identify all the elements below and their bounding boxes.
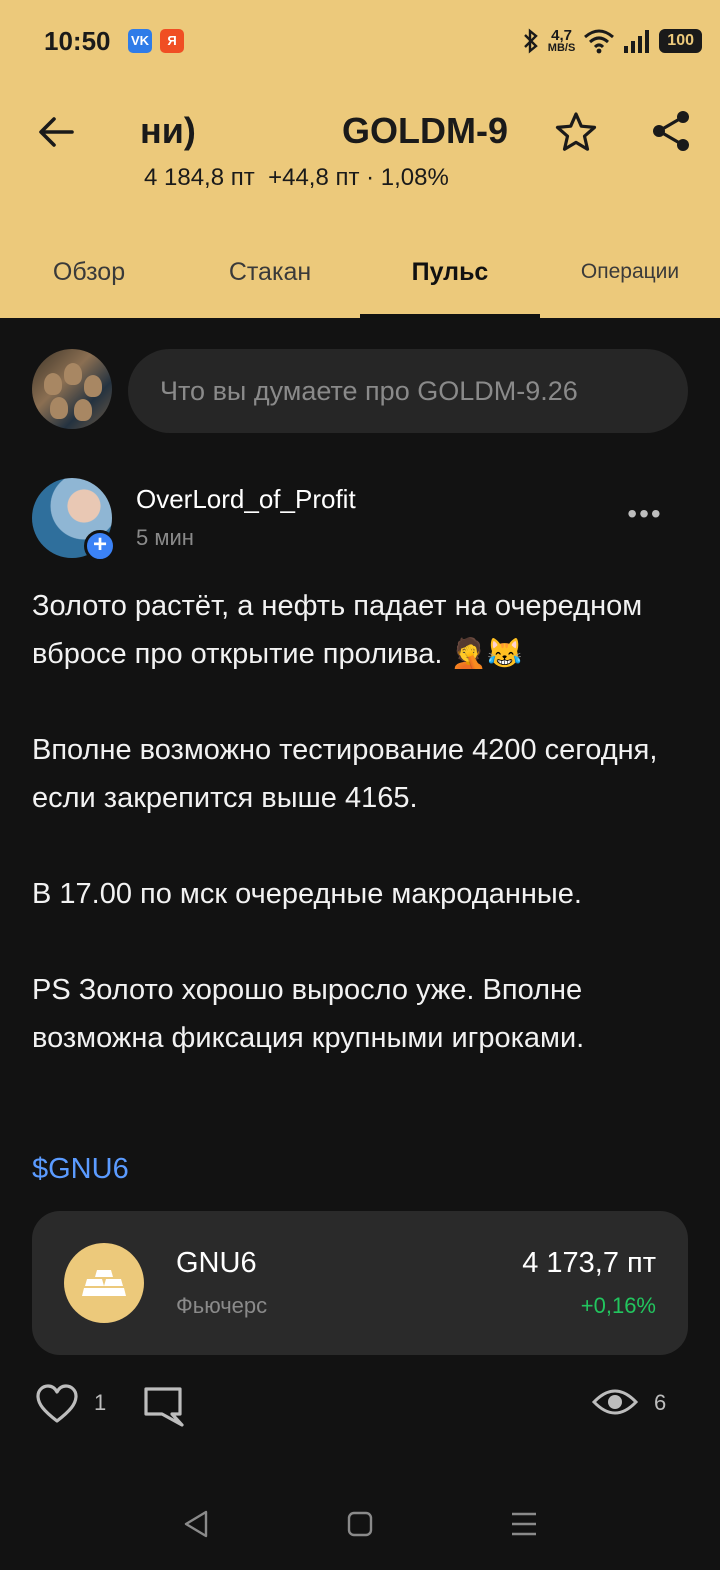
instrument-title-scrolling: ни) — [140, 110, 196, 151]
eye-icon — [592, 1389, 638, 1415]
post-paragraph: Золото растёт, а нефть падает на очередн… — [32, 590, 643, 670]
status-time: 10:50 — [44, 26, 111, 56]
network-speed: 4,7 MB/S — [548, 28, 576, 54]
tab-pulse[interactable]: Пульс — [360, 234, 540, 318]
instrument-header-area: 10:50 VK Я 4,7 MB/S 100 ни) GOLDM-9 4 18… — [0, 0, 720, 318]
tab-operations[interactable]: Операции — [560, 234, 700, 318]
more-options-icon[interactable]: ••• — [620, 498, 670, 538]
nav-home-icon[interactable] — [340, 1504, 380, 1544]
instrument-card-price: 4 173,7 пт — [522, 1247, 656, 1279]
tab-order-book[interactable]: Стакан — [200, 234, 340, 318]
post-paragraph: Вполне возможно тестирование 4200 сегодн… — [32, 734, 658, 814]
author-name[interactable]: OverLord_of_Profit — [136, 484, 356, 515]
yandex-notification-icon: Я — [160, 29, 184, 53]
instrument-title: GOLDM-9 — [342, 110, 508, 151]
instrument-change: +44,8 пт · 1,08% — [268, 164, 449, 191]
price-change-line: 4 184,8 пт +44,8 пт · 1,08% — [144, 164, 449, 192]
my-avatar[interactable] — [32, 349, 112, 429]
post-text: Золото растёт, а нефть падает на очередн… — [32, 582, 692, 1110]
battery-indicator: 100 — [659, 29, 702, 53]
post-time: 5 мин — [136, 525, 194, 550]
instrument-card-name: GNU6 — [176, 1247, 257, 1279]
vk-notification-icon: VK — [128, 29, 152, 53]
instrument-tabs: Обзор Стакан Пульс Операции — [0, 234, 720, 318]
wifi-icon — [584, 29, 615, 54]
post-paragraph: PS Золото хорошо выросло уже. Вполне воз… — [32, 974, 585, 1054]
nav-recents-icon[interactable] — [504, 1504, 544, 1544]
system-nav-bar — [0, 1480, 720, 1570]
instrument-price: 4 184,8 пт — [144, 164, 255, 191]
instrument-card-change: +0,16% — [580, 1293, 656, 1318]
comment-icon[interactable] — [140, 1384, 186, 1428]
network-speed-unit: MB/S — [547, 42, 576, 54]
post-paragraph: В 17.00 по мск очередные макроданные. — [32, 878, 582, 910]
gold-bars-icon — [64, 1243, 144, 1323]
compose-post-row: Что вы думаете про GOLDM-9.26 — [0, 345, 720, 437]
instrument-card[interactable]: GNU6 Фьючерс 4 173,7 пт +0,16% — [32, 1211, 688, 1355]
follow-plus-icon[interactable]: + — [84, 530, 116, 562]
signal-icon — [624, 30, 650, 53]
compose-post-input[interactable]: Что вы думаете про GOLDM-9.26 — [128, 349, 688, 433]
ticker-tag-link[interactable]: $GNU6 — [32, 1153, 129, 1186]
tab-overview[interactable]: Обзор — [24, 234, 154, 318]
heart-icon[interactable] — [34, 1382, 80, 1426]
back-arrow-icon[interactable] — [34, 110, 78, 154]
status-indicators: 4,7 MB/S 100 — [522, 25, 702, 57]
post-actions: 1 6 — [0, 1380, 720, 1430]
bluetooth-icon — [523, 28, 538, 54]
share-icon[interactable] — [648, 108, 694, 154]
instrument-header: ни) GOLDM-9 4 184,8 пт +44,8 пт · 1,08% — [0, 84, 720, 234]
status-bar: 10:50 VK Я 4,7 MB/S 100 — [0, 0, 720, 84]
network-speed-value: 4,7 — [551, 27, 572, 44]
like-count: 1 — [94, 1390, 107, 1415]
post-header: + OverLord_of_Profit 5 мин ••• — [0, 478, 720, 568]
nav-back-icon[interactable] — [176, 1504, 216, 1544]
star-icon[interactable] — [554, 110, 598, 154]
view-count: 6 — [654, 1390, 667, 1415]
instrument-card-type: Фьючерс — [176, 1293, 268, 1318]
